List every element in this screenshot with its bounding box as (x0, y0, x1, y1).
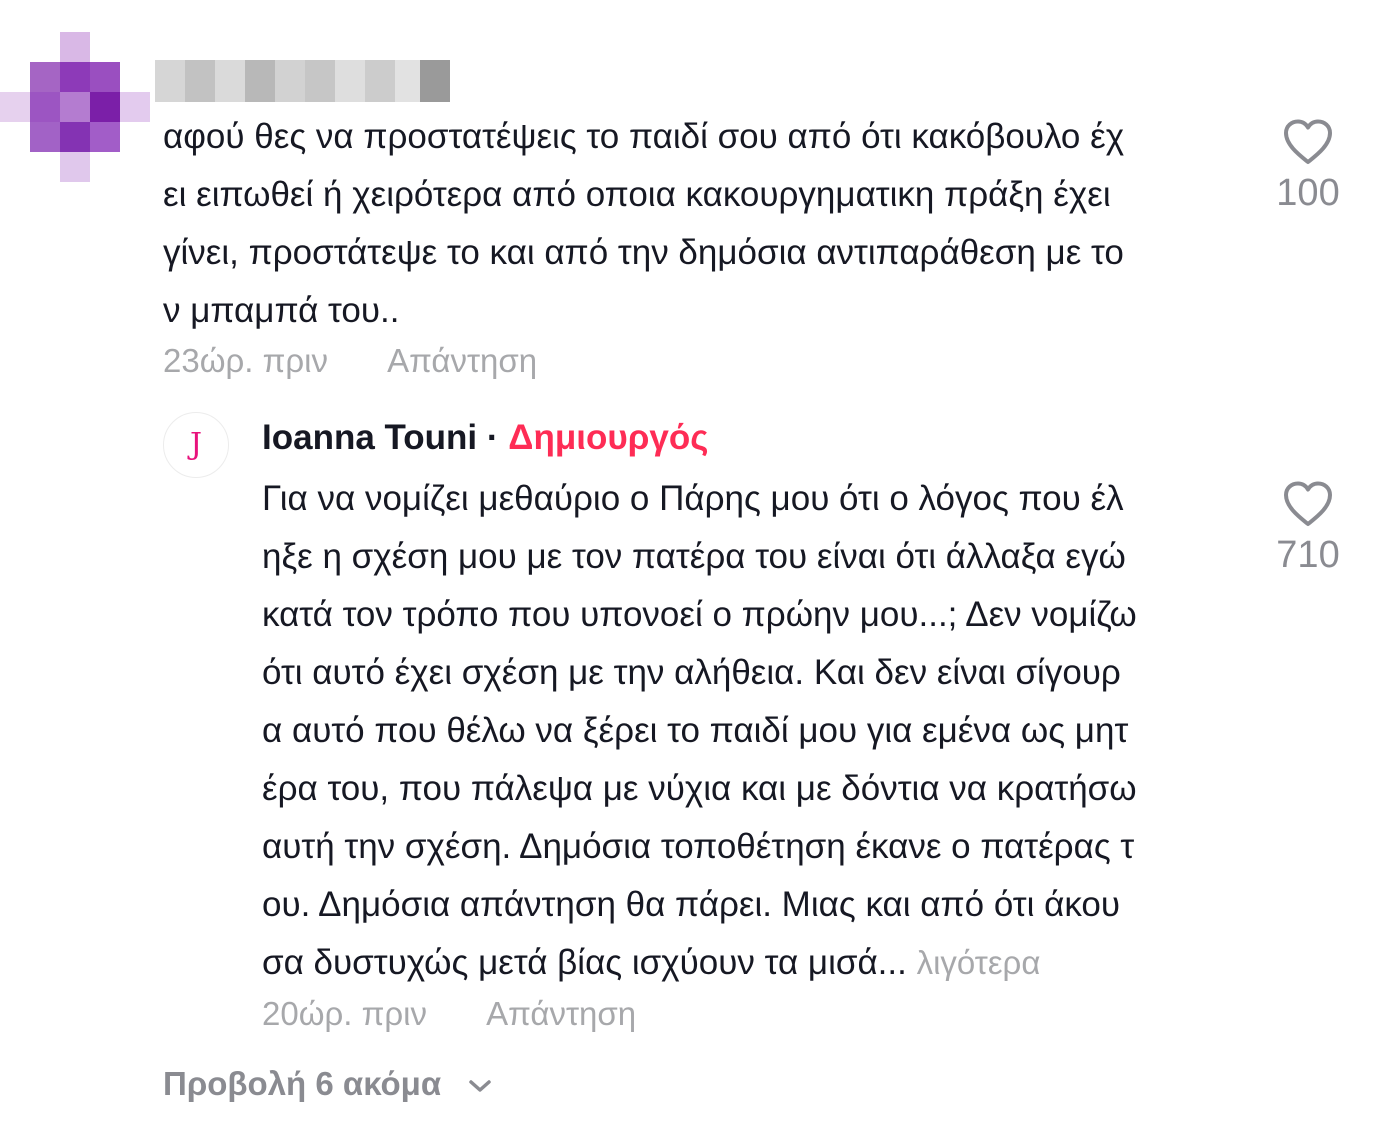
like-button[interactable]: 710 (1248, 480, 1368, 577)
like-count: 100 (1276, 172, 1340, 214)
show-less-link[interactable]: λιγότερα (917, 944, 1041, 981)
avatar-censored[interactable] (0, 32, 150, 182)
chevron-down-icon (469, 1080, 492, 1093)
heart-outline-icon (1284, 119, 1332, 164)
comment-timestamp: 23ώρ. πριν (163, 342, 328, 379)
view-more-label: Προβολή 6 ακόμα (163, 1065, 442, 1102)
reply-button[interactable]: Απάντηση (387, 342, 537, 379)
heart-outline-icon (1284, 481, 1332, 526)
avatar[interactable]: J (163, 412, 229, 478)
username-censored[interactable] (155, 60, 450, 102)
avatar-letter: J (189, 427, 203, 462)
creator-badge: Δημιουργός (508, 418, 709, 457)
comment-text: αφού θες να προστατέψεις το παιδί σου απ… (163, 117, 1125, 330)
comment-meta: 23ώρ. πριν Απάντηση (163, 342, 537, 380)
reply-meta: 20ώρ. πριν Απάντηση (262, 995, 636, 1033)
reply-username[interactable]: Ioanna Touni (262, 418, 477, 457)
view-more-replies-button[interactable]: Προβολή 6 ακόμα (163, 1065, 492, 1103)
like-count: 710 (1276, 534, 1340, 576)
reply-timestamp: 20ώρ. πριν (262, 995, 427, 1032)
reply-text: Για να νομίζει μεθαύριο ο Πάρης μου ότι … (262, 470, 1252, 992)
separator-dot: · (486, 418, 499, 457)
like-button[interactable]: 100 (1248, 118, 1368, 215)
reply-header: Ioanna Touni · Δημιουργός (262, 418, 708, 458)
reply-body: Για να νομίζει μεθαύριο ο Πάρης μου ότι … (262, 479, 1137, 982)
reply-button[interactable]: Απάντηση (486, 995, 636, 1032)
